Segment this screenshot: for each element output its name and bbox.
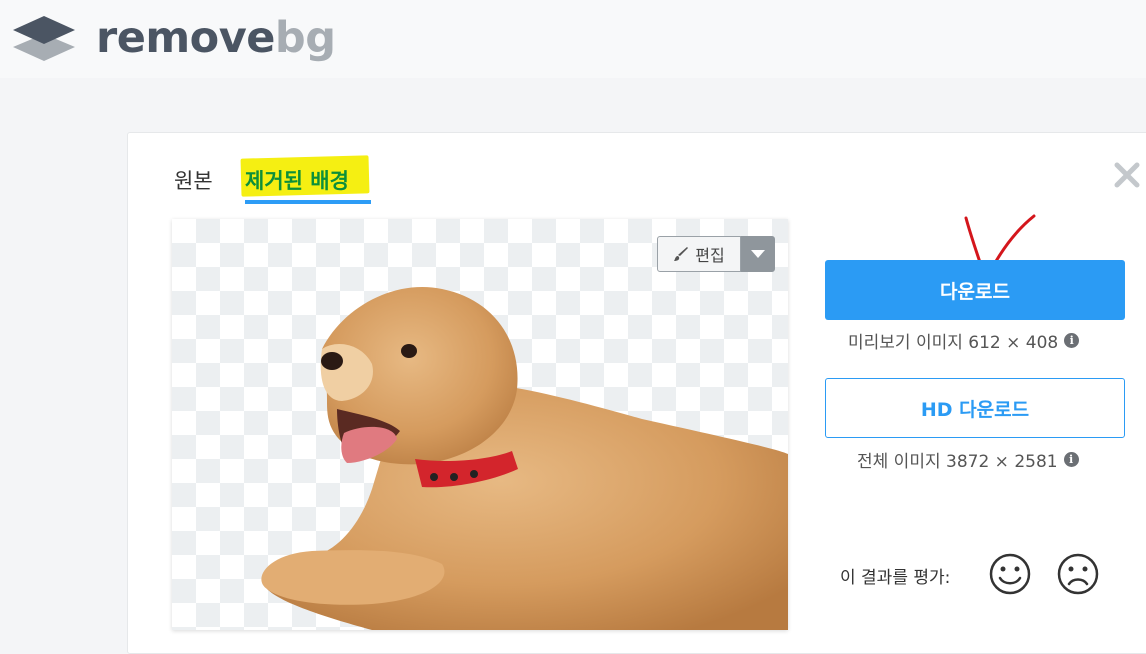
layers-icon[interactable]: [11, 14, 77, 64]
edit-button[interactable]: 편집: [657, 236, 741, 272]
tab-removed-background[interactable]: 제거된 배경: [245, 166, 349, 196]
caret-down-icon: [751, 250, 765, 258]
info-icon[interactable]: i: [1063, 452, 1079, 467]
smiley-sad-icon[interactable]: [1056, 552, 1100, 596]
info-icon[interactable]: i: [1064, 333, 1080, 348]
app-header: removebg: [0, 0, 1146, 78]
logo-remove-text: remove: [96, 13, 275, 63]
active-tab-underline: [245, 200, 371, 204]
full-image-size: 전체 이미지 3872 × 2581: [857, 452, 1058, 472]
edit-dropdown-button[interactable]: [741, 236, 775, 272]
smiley-happy-icon[interactable]: [988, 552, 1032, 596]
dog-cutout-image: [261, 287, 788, 630]
rating-label: 이 결과를 평가:: [840, 568, 951, 588]
hd-download-button[interactable]: HD 다운로드: [825, 378, 1125, 438]
edit-label: 편집: [695, 246, 725, 265]
download-button[interactable]: 다운로드: [825, 260, 1125, 320]
preview-image-size: 미리보기 이미지 612 × 408: [848, 333, 1059, 353]
logo-wordmark[interactable]: removebg: [96, 8, 336, 68]
close-icon[interactable]: [1112, 160, 1142, 190]
preview-image-info: 미리보기 이미지 612 × 408 i: [848, 328, 1080, 353]
result-image-preview: [172, 219, 788, 630]
logo-bg-text: bg: [274, 13, 336, 63]
tab-original[interactable]: 원본: [174, 166, 213, 196]
edit-button-group: 편집: [657, 236, 775, 272]
brush-icon: [674, 247, 689, 261]
full-image-info: 전체 이미지 3872 × 2581 i: [857, 447, 1079, 472]
